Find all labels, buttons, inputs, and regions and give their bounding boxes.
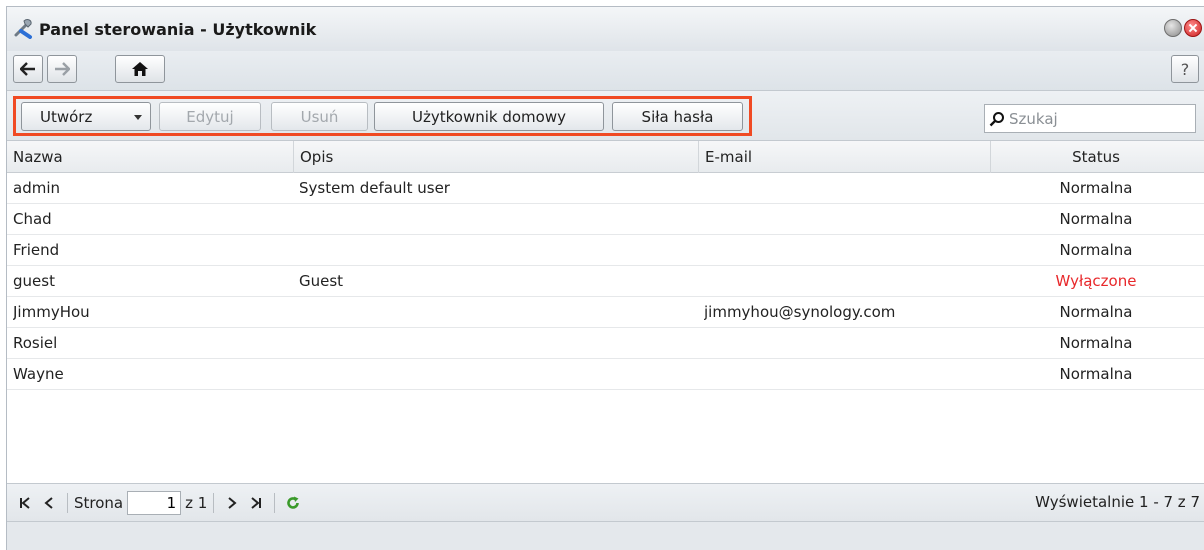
status-bar — [7, 521, 1204, 550]
cell-email — [704, 328, 984, 359]
cell-name: Chad — [13, 210, 52, 228]
close-button[interactable] — [1184, 19, 1202, 37]
create-button[interactable]: Utwórz — [21, 102, 151, 131]
arrow-right-icon — [55, 62, 70, 76]
cell-status: Normalna — [1059, 179, 1133, 197]
previous-page-icon[interactable] — [37, 491, 61, 515]
cell-status: Normalna — [1059, 241, 1133, 259]
cell-status: Normalna — [1059, 334, 1133, 352]
cell-email — [704, 173, 984, 204]
page-label: Strona — [74, 493, 124, 512]
cell-description — [299, 328, 699, 359]
cell-email — [704, 204, 984, 235]
pager-divider — [67, 492, 68, 513]
help-button[interactable]: ? — [1171, 55, 1199, 83]
home-button[interactable] — [115, 55, 165, 83]
password-strength-button-label: Siła hasła — [641, 107, 714, 126]
table-row[interactable]: admin System default user Normalna — [7, 173, 1204, 204]
cell-email: jimmyhou@synology.com — [704, 303, 896, 321]
control-panel-window: Panel sterowania - Użytkownik ? Utwórz E… — [6, 6, 1204, 550]
column-header-name[interactable]: Nazwa — [7, 141, 294, 173]
help-icon: ? — [1180, 59, 1190, 79]
cell-name: Friend — [13, 241, 60, 259]
column-header-description[interactable]: Opis — [294, 141, 699, 173]
search-input[interactable] — [1009, 109, 1189, 128]
table-row[interactable]: Friend Normalna — [7, 235, 1204, 266]
cell-name: Rosiel — [13, 334, 58, 352]
cell-description — [299, 297, 699, 328]
window-title: Panel sterowania - Użytkownik — [39, 20, 317, 39]
column-header-status[interactable]: Status — [991, 141, 1201, 173]
cell-status: Normalna — [1059, 303, 1133, 321]
home-icon — [132, 62, 148, 76]
cell-name: admin — [13, 179, 60, 197]
arrow-left-icon — [20, 62, 35, 76]
table-row[interactable]: Chad Normalna — [7, 204, 1204, 235]
cell-email — [704, 359, 984, 390]
cell-name: guest — [13, 272, 55, 290]
pager-divider — [274, 492, 276, 513]
table-header: Nazwa Opis E-mail Status — [7, 141, 1204, 173]
home-user-button-label: Użytkownik domowy — [412, 107, 566, 126]
cell-description — [299, 359, 699, 390]
pagination-bar: Strona z 1 Wyświetalnie 1 - 7 z 7 — [7, 483, 1204, 521]
chevron-down-icon — [134, 115, 142, 120]
minimize-button[interactable] — [1164, 19, 1182, 37]
first-page-icon[interactable] — [13, 491, 37, 515]
table-row[interactable]: guest Guest Wyłączone — [7, 266, 1204, 297]
refresh-icon[interactable] — [281, 491, 305, 515]
search-icon — [989, 111, 1004, 126]
column-header-email[interactable]: E-mail — [699, 141, 991, 173]
search-box — [984, 104, 1196, 133]
cell-description: System default user — [299, 179, 450, 197]
display-info: Wyświetalnie 1 - 7 z 7 — [1035, 493, 1200, 511]
tools-icon — [13, 17, 35, 39]
cell-email — [704, 266, 984, 297]
cell-email — [704, 235, 984, 266]
edit-button[interactable]: Edytuj — [159, 102, 261, 131]
cell-name: Wayne — [13, 365, 64, 383]
page-number-input[interactable] — [127, 490, 182, 515]
toolbar: Utwórz Edytuj Usuń Użytkownik domowy Sił… — [7, 91, 1204, 141]
cell-name: JimmyHou — [13, 303, 90, 321]
home-user-button[interactable]: Użytkownik domowy — [374, 102, 604, 131]
table-row[interactable]: Wayne Normalna — [7, 359, 1204, 390]
cell-status: Wyłączone — [1055, 272, 1137, 290]
last-page-icon[interactable] — [244, 491, 268, 515]
back-button[interactable] — [13, 55, 43, 83]
cell-description — [299, 235, 699, 266]
cell-status: Normalna — [1059, 365, 1133, 383]
pager-divider — [213, 492, 215, 513]
delete-button-label: Usuń — [300, 107, 339, 126]
create-button-label: Utwórz — [40, 107, 93, 126]
cell-description: Guest — [299, 272, 344, 290]
navigation-bar: ? — [7, 51, 1204, 91]
user-table-body: admin System default user Normalna Chad … — [7, 173, 1204, 390]
page-count-label: z 1 — [185, 493, 208, 512]
title-bar: Panel sterowania - Użytkownik — [7, 7, 1204, 51]
cell-status: Normalna — [1059, 210, 1133, 228]
next-page-icon[interactable] — [220, 491, 244, 515]
forward-button[interactable] — [47, 55, 77, 83]
table-row[interactable]: JimmyHou jimmyhou@synology.com Normalna — [7, 297, 1204, 328]
cell-description — [299, 204, 699, 235]
password-strength-button[interactable]: Siła hasła — [612, 102, 743, 131]
edit-button-label: Edytuj — [186, 107, 234, 126]
table-row[interactable]: Rosiel Normalna — [7, 328, 1204, 359]
delete-button[interactable]: Usuń — [271, 102, 368, 131]
